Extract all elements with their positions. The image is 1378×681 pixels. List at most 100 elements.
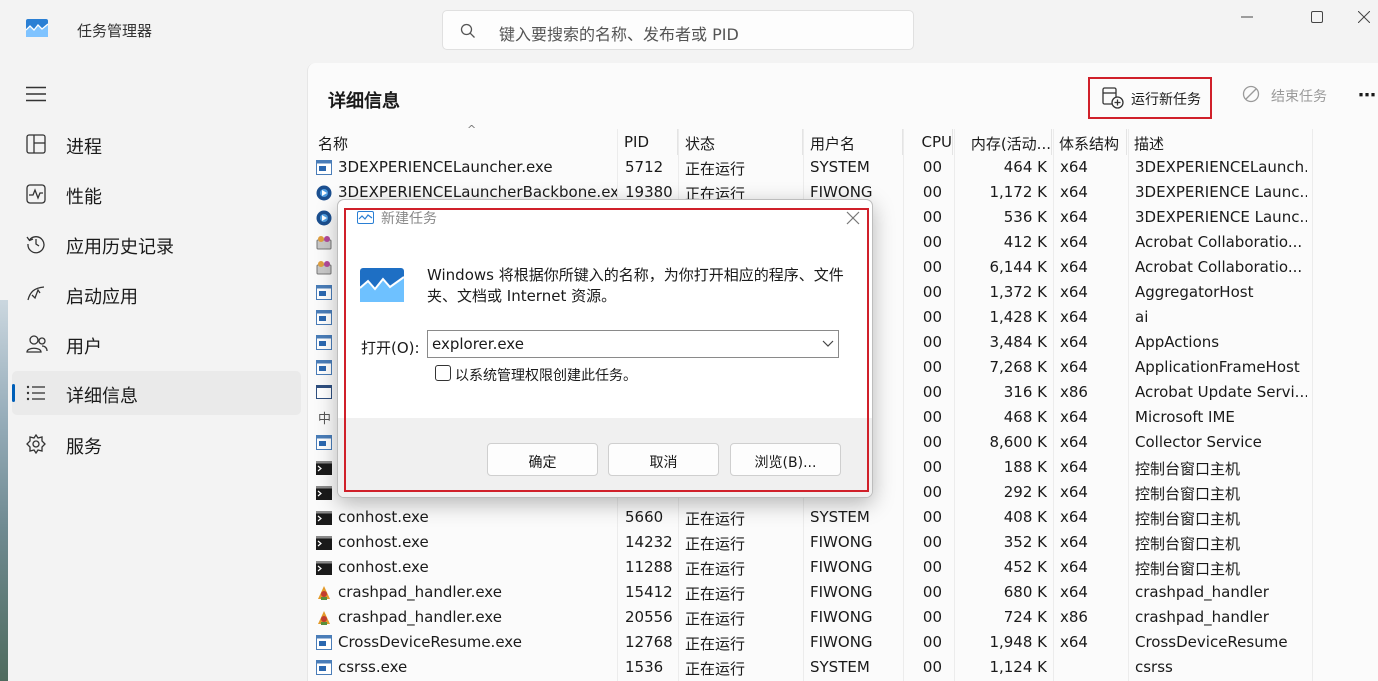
window-app-icon [316,310,332,325]
process-name: conhost.exe [338,508,429,526]
table-row[interactable]: crashpad_handler.exe 15412 正在运行 FIWONG 00 680… [308,580,1378,605]
process-description: AppActions [1135,333,1220,351]
process-memory: 408 K [1003,508,1047,526]
sidebar-item-label: 服务 [66,437,102,458]
process-name: crashpad_handler.exe [338,608,502,626]
more-options-button[interactable]: ⋯ [1358,85,1378,106]
process-cpu: 00 [922,408,942,426]
sidebar-item-users[interactable]: 用户 [12,322,301,366]
page-title: 详细信息 [328,91,400,112]
process-description: 3DEXPERIENCELaunch... [1135,158,1307,176]
process-name: conhost.exe [338,558,429,576]
table-row[interactable]: csrss.exe 1536 正在运行 SYSTEM 00 1,124 K csrss [308,655,1378,680]
run-new-task-button[interactable]: 运行新任务 [1088,77,1212,119]
window-app-icon [316,660,332,675]
process-description: crashpad_handler [1135,583,1269,601]
table-row[interactable]: conhost.exe 11288 正在运行 FIWONG 00 452 K x64 控制台窗… [308,555,1378,580]
process-memory: 724 K [1003,608,1047,626]
process-memory: 1,948 K [989,633,1047,651]
minimize-button[interactable] [1224,0,1270,34]
column-header-name[interactable]: ^ 名称 [318,123,618,155]
process-architecture: x64 [1060,358,1088,376]
table-row[interactable]: 3DEXPERIENCELauncher.exe 5712 正在运行 SYSTEM 00… [308,155,1378,180]
process-user: FIWONG [810,533,873,551]
sidebar-item-label: 进程 [66,137,102,158]
sidebar-item-processes[interactable]: 进程 [12,122,301,166]
process-cpu: 00 [922,558,942,576]
3dx-globe-icon [316,185,332,201]
column-header-architecture[interactable]: 体系结构 [1059,129,1127,155]
sidebar-item-performance[interactable]: 性能 [12,172,301,216]
process-cpu: 00 [922,483,942,501]
table-row[interactable]: conhost.exe 5660 正在运行 SYSTEM 00 408 K x64 控制台窗口… [308,505,1378,530]
title-bar: 任务管理器 键入要搜索的名称、发布者或 PID [0,0,1378,60]
process-architecture: x64 [1060,283,1088,301]
process-name: conhost.exe [338,533,429,551]
process-cpu: 00 [922,508,942,526]
column-header-status[interactable]: 状态 [685,129,803,155]
process-memory: 536 K [1003,208,1047,226]
process-pid: 11288 [625,558,673,576]
crashpad-icon [316,610,332,625]
process-architecture: x64 [1060,583,1088,601]
column-label: CPU [921,133,953,151]
close-icon [1358,11,1370,23]
task-manager-icon [357,211,374,224]
column-header-username[interactable]: 用户名 [810,129,903,155]
hamburger-menu-icon[interactable] [26,86,46,102]
process-architecture: x64 [1060,433,1088,451]
process-user: FIWONG [810,583,873,601]
process-cpu: 00 [922,633,942,651]
close-window-button[interactable] [1350,0,1378,34]
column-label: 用户名 [810,135,856,153]
open-combobox[interactable]: explorer.exe [427,330,839,358]
search-box[interactable]: 键入要搜索的名称、发布者或 PID [442,10,914,50]
admin-checkbox-label[interactable]: 以系统管理权限创建此任务。 [455,365,637,385]
table-row[interactable]: CrossDeviceResume.exe 12768 正在运行 FIWONG 00 1,… [308,630,1378,655]
run-new-task-label: 运行新任务 [1131,92,1201,108]
process-cpu: 00 [922,433,942,451]
new-task-dialog: 新建任务 Windows 将根据你所键入的名称，为你打开相应的程序、文件夹、文档… [337,199,873,498]
process-status: 正在运行 [685,635,746,653]
sidebar-item-app-history[interactable]: 应用历史记录 [12,222,301,266]
dialog-close-icon[interactable] [844,209,862,227]
column-header-description[interactable]: 描述 [1134,129,1312,155]
maximize-button[interactable] [1294,0,1340,34]
cancel-button[interactable]: 取消 [608,443,719,476]
window-app-icon [316,635,332,650]
process-memory: 352 K [1003,533,1047,551]
process-cpu: 00 [922,308,942,326]
end-task-icon [1242,85,1260,103]
process-memory: 464 K [1003,158,1047,176]
svg-text:中: 中 [318,412,331,426]
sidebar-item-startup-apps[interactable]: 启动应用 [12,272,301,316]
table-row[interactable]: conhost.exe 14232 正在运行 FIWONG 00 352 K x64 控制台窗… [308,530,1378,555]
performance-icon [26,184,46,204]
open-input-value[interactable]: explorer.exe [432,335,524,353]
column-label: 状态 [685,135,716,153]
process-architecture: x64 [1060,458,1088,476]
ok-button[interactable]: 确定 [487,443,598,476]
process-memory: 292 K [1003,483,1047,501]
process-status: 正在运行 [685,560,746,578]
process-pid: 15412 [625,583,673,601]
process-cpu: 00 [922,658,942,676]
process-memory: 7,268 K [989,358,1047,376]
admin-checkbox[interactable] [435,365,451,381]
process-cpu: 00 [922,583,942,601]
column-header-cpu[interactable]: CPU [908,129,953,155]
table-header: ^ 名称 PID 状态 用户名 CPU 内存(活动... 体系结构 描述 [308,123,1378,155]
column-header-pid[interactable]: PID [624,129,678,155]
process-architecture: x64 [1060,333,1088,351]
app-title: 任务管理器 [77,22,153,40]
process-user: FIWONG [810,633,873,651]
sort-ascending-icon: ^ [467,123,477,136]
table-row[interactable]: crashpad_handler.exe 20556 正在运行 FIWONG 00 724… [308,605,1378,630]
chevron-down-icon[interactable] [822,340,834,348]
browse-button[interactable]: 浏览(B)... [730,443,841,476]
end-task-button[interactable]: 结束任务 [1240,83,1340,109]
sidebar-item-services[interactable]: 服务 [12,422,301,466]
column-header-memory[interactable]: 内存(活动... [970,129,1052,155]
process-architecture: x64 [1060,158,1088,176]
sidebar-item-details[interactable]: 详细信息 [12,371,301,415]
